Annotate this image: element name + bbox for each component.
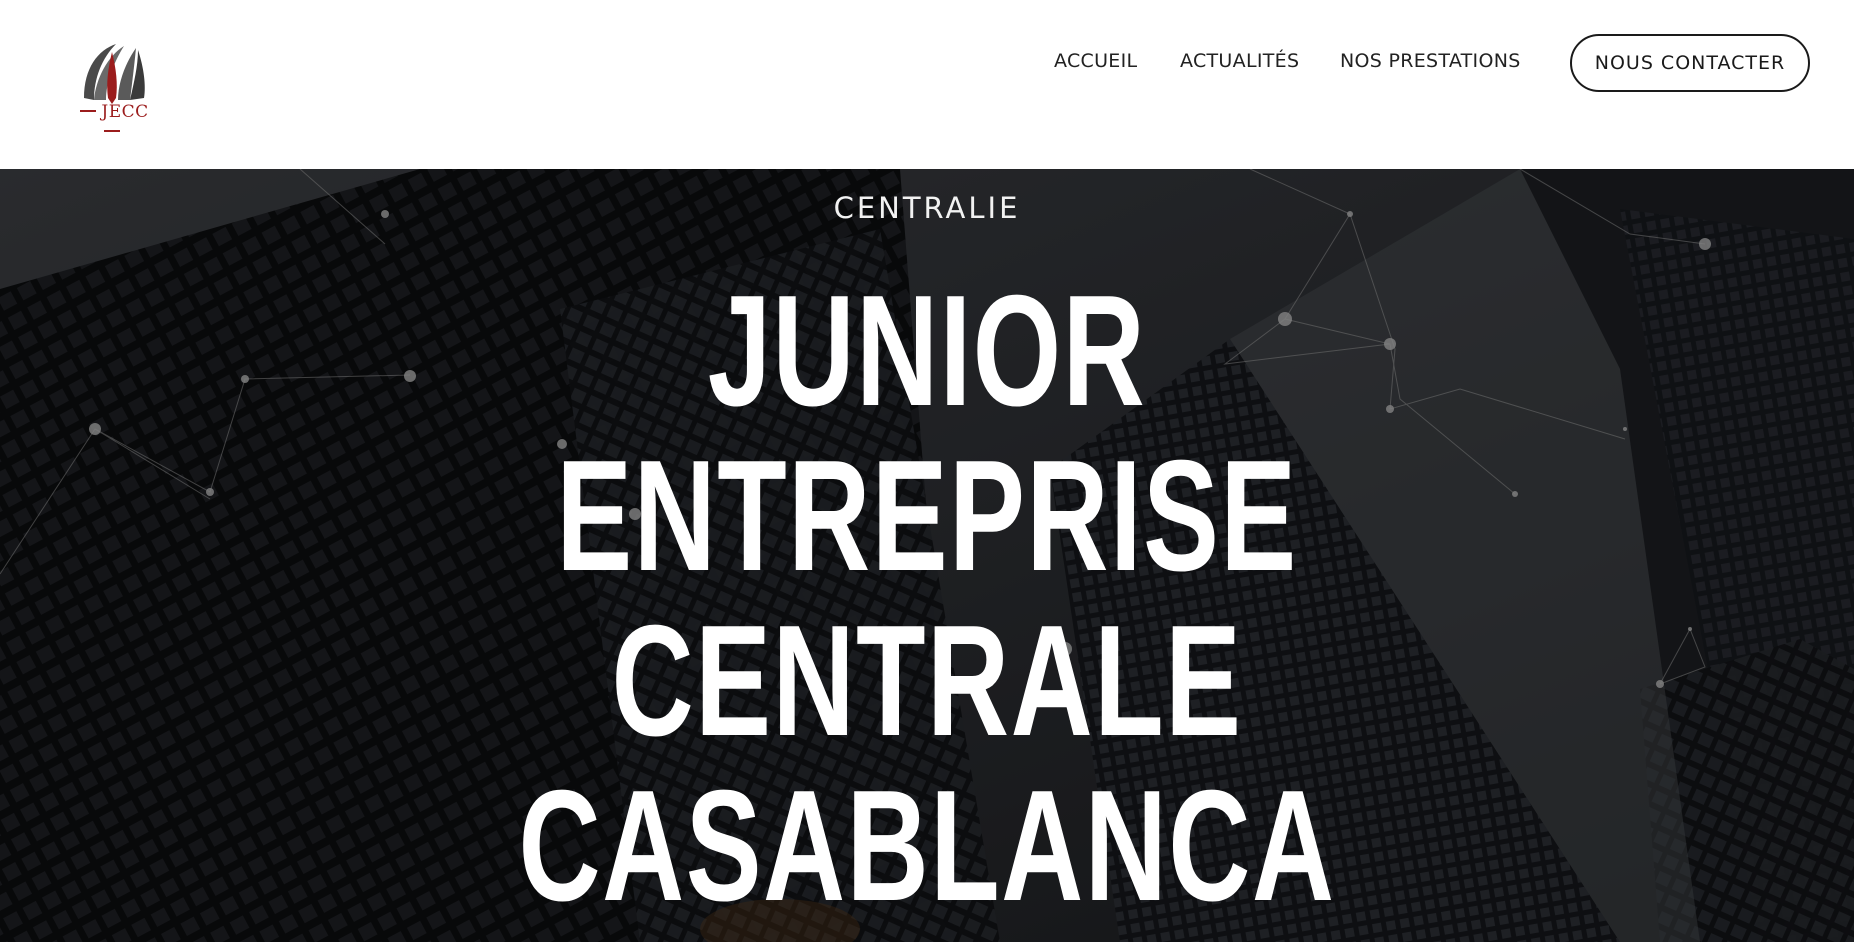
nav-item-actualites[interactable]: ACTUALITÉS (1180, 46, 1299, 76)
site-header: JECC ACCUEIL ACTUALITÉS NOS PRESTATIONS … (0, 0, 1854, 169)
logo-text: JECC (64, 102, 160, 142)
nav-item-accueil[interactable]: ACCUEIL (1054, 46, 1137, 76)
hero-title-line: JUNIOR (707, 263, 1147, 439)
hero-title-line: CASABLANCA (518, 758, 1336, 934)
hero-section: CENTRALIE JUNIOR ENTREPRISE CENTRALE CAS… (0, 169, 1854, 942)
hero-title: JUNIOR ENTREPRISE CENTRALE CASABLANCA (0, 269, 1854, 929)
hero-content: CENTRALIE JUNIOR ENTREPRISE CENTRALE CAS… (0, 169, 1854, 942)
hero-title-line: ENTREPRISE (556, 428, 1298, 604)
logo-link[interactable]: JECC (64, 38, 160, 130)
nav-item-nos-prestations[interactable]: NOS PRESTATIONS (1340, 46, 1521, 76)
hero-title-line: CENTRALE (611, 593, 1243, 769)
contact-button[interactable]: NOUS CONTACTER (1570, 34, 1810, 92)
hero-eyebrow: CENTRALIE (833, 191, 1021, 225)
